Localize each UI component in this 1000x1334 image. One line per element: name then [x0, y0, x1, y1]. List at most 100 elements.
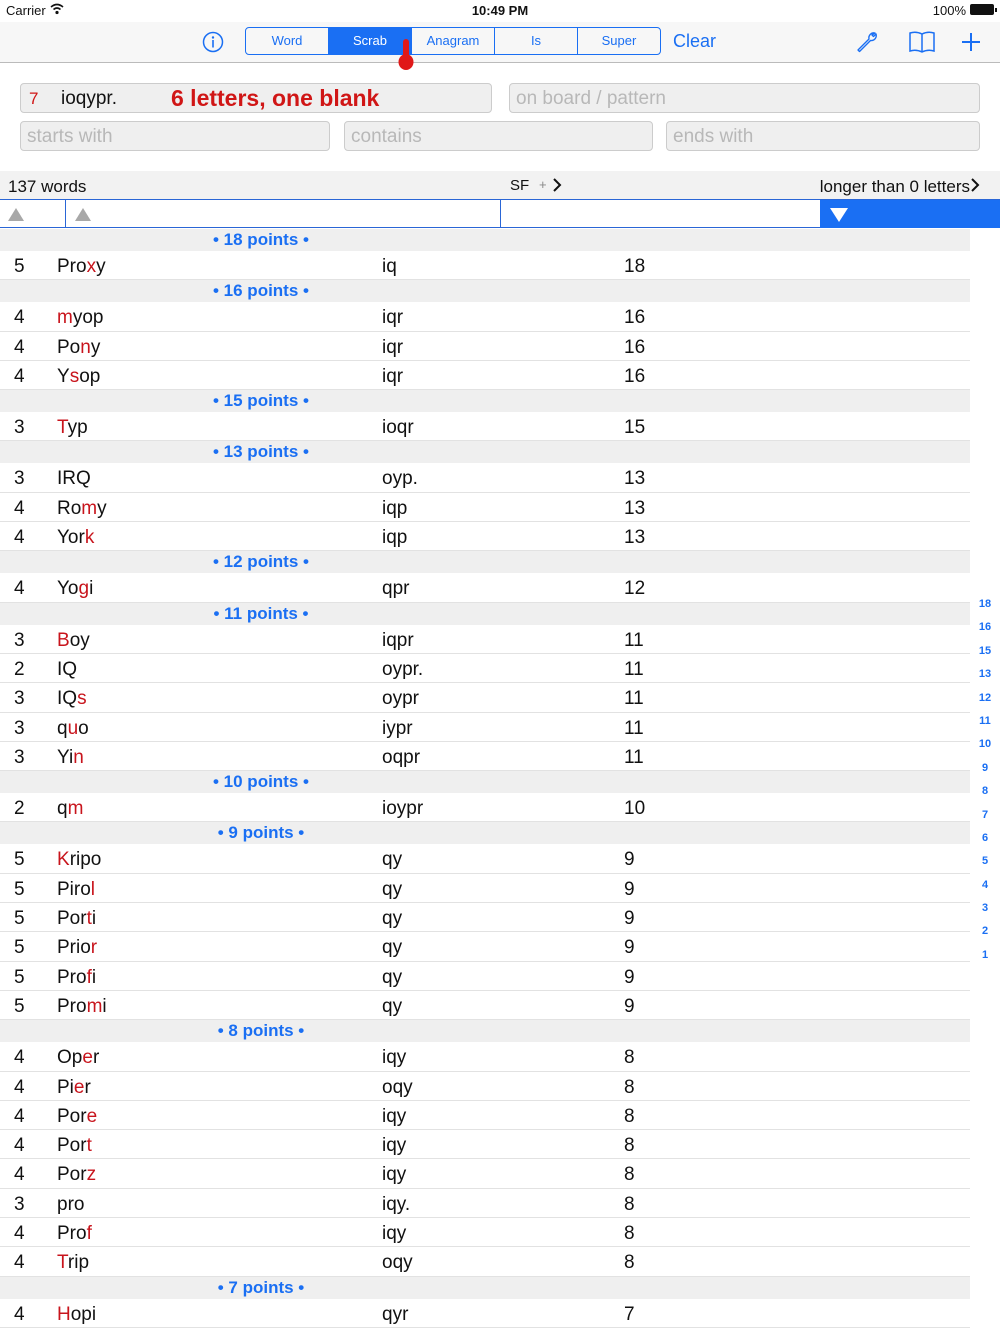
table-row[interactable]: 5 Pirol qy 9	[0, 874, 970, 904]
table-row[interactable]: 3 IRQ oyp. 13	[0, 463, 970, 493]
letters-field[interactable]: 7 ioqypr. 6 letters, one blank	[20, 83, 492, 113]
word-part: i	[91, 966, 97, 988]
blank-letter: t	[86, 1135, 92, 1157]
segment-word[interactable]: Word	[246, 28, 329, 54]
clear-button[interactable]: Clear	[673, 31, 716, 52]
chevron-right-icon[interactable]	[551, 177, 563, 193]
table-row[interactable]: 5 Promi qy 9	[0, 991, 970, 1021]
section-index-item[interactable]: 12	[975, 692, 995, 715]
table-row[interactable]: 2 qm ioypr 10	[0, 793, 970, 823]
table-row[interactable]: 2 IQ oypr. 11	[0, 654, 970, 684]
section-index-item[interactable]: 2	[975, 925, 995, 948]
remaining-letters: oqpr	[382, 746, 421, 768]
table-row[interactable]: 4 myop iqr 16	[0, 302, 970, 332]
table-row[interactable]: 4 Pore iqy 8	[0, 1101, 970, 1131]
section-index-item[interactable]: 1	[975, 949, 995, 972]
table-row[interactable]: 4 Pony iqr 16	[0, 332, 970, 361]
chevron-right-icon[interactable]	[970, 177, 980, 193]
section-index-item[interactable]: 13	[975, 668, 995, 691]
table-row[interactable]: 4 Romy iqp 13	[0, 493, 970, 523]
word-length: 4	[14, 1164, 25, 1186]
word-points: 16	[624, 336, 646, 358]
remaining-letters: qpr	[382, 578, 410, 600]
blank-letter: e	[73, 1076, 85, 1098]
section-index-item[interactable]: 15	[975, 645, 995, 668]
table-row[interactable]: 4 Port iqy 8	[0, 1130, 970, 1160]
table-row[interactable]: 3 Typ ioqr 15	[0, 412, 970, 442]
table-row[interactable]: 5 Prior qy 9	[0, 932, 970, 962]
word-part: yop	[72, 307, 104, 329]
section-index-item[interactable]: 16	[975, 621, 995, 644]
table-row[interactable]: 4 Pier oqy 8	[0, 1072, 970, 1101]
word-points: 8	[624, 1164, 635, 1186]
table-row[interactable]: 4 York iqp 13	[0, 522, 970, 552]
letters-input-value[interactable]: ioqypr.	[61, 88, 117, 110]
remaining-letters: iqy	[382, 1135, 407, 1157]
section-index-item[interactable]: 10	[975, 738, 995, 761]
word-points: 13	[624, 527, 646, 549]
table-row[interactable]: 4 Trip oqy 8	[0, 1247, 970, 1277]
points-group-header: • 11 points •	[0, 602, 970, 625]
sort-option-button[interactable]: SF	[510, 177, 529, 194]
segment-is[interactable]: Is	[495, 28, 578, 54]
word: Prof	[57, 1223, 92, 1245]
section-index-item[interactable]: 11	[975, 715, 995, 738]
starts-with-field[interactable]: starts with	[20, 121, 330, 151]
sort-length-ascending-icon[interactable]	[8, 208, 24, 221]
table-row[interactable]: 4 Porz iqy 8	[0, 1159, 970, 1189]
word-points: 13	[624, 468, 646, 490]
word-length: 4	[14, 1076, 25, 1098]
plus-icon[interactable]	[959, 30, 983, 54]
remaining-letters: iqy	[382, 1164, 407, 1186]
board-pattern-field[interactable]: on board / pattern	[509, 83, 980, 113]
section-index-item[interactable]: 6	[975, 832, 995, 855]
table-row[interactable]: 5 Porti qy 9	[0, 903, 970, 933]
blank-letter: u	[67, 717, 79, 739]
sort-points-descending-icon[interactable]	[830, 208, 848, 222]
length-filter-button[interactable]: longer than 0 letters	[820, 177, 970, 197]
word: Porz	[57, 1164, 96, 1186]
segment-anagram[interactable]: Anagram	[412, 28, 495, 54]
table-row[interactable]: 5 Kripo qy 9	[0, 844, 970, 874]
table-row[interactable]: 3 Yin oqpr 11	[0, 742, 970, 772]
ends-with-field[interactable]: ends with	[666, 121, 980, 151]
table-row[interactable]: 5 Proxy iq 18	[0, 251, 970, 281]
section-index-item[interactable]: 7	[975, 809, 995, 832]
sort-word-ascending-icon[interactable]	[75, 208, 91, 221]
table-row[interactable]: 4 Yogi qpr 12	[0, 573, 970, 603]
word-points: 9	[624, 966, 635, 988]
table-row[interactable]: 4 Prof iqy 8	[0, 1218, 970, 1248]
points-group-header: • 10 points •	[0, 771, 970, 794]
section-index-item[interactable]: 18	[975, 598, 995, 621]
wrench-icon[interactable]	[855, 30, 879, 54]
remaining-letters: iqpr	[382, 629, 414, 651]
table-row[interactable]: 3 quo iypr 11	[0, 713, 970, 742]
word-length: 5	[14, 849, 25, 871]
section-index-item[interactable]: 3	[975, 902, 995, 925]
table-row[interactable]: 3 pro iqy. 8	[0, 1189, 970, 1219]
book-icon[interactable]	[908, 30, 936, 54]
word-part: Por	[57, 908, 87, 930]
blank-letter: H	[57, 1303, 71, 1325]
word: Romy	[57, 498, 107, 520]
section-index-item[interactable]: 5	[975, 855, 995, 878]
table-row[interactable]: 3 IQs oypr 11	[0, 683, 970, 713]
table-row[interactable]: 4 Hopi qyr 7	[0, 1299, 970, 1328]
segment-super[interactable]: Super	[578, 28, 660, 54]
word-length: 3	[14, 417, 25, 439]
table-row[interactable]: 4 Oper iqy 8	[0, 1042, 970, 1072]
table-row[interactable]: 4 Ysop iqr 16	[0, 361, 970, 391]
contains-field[interactable]: contains	[344, 121, 653, 151]
word-part: o	[78, 717, 89, 739]
table-row[interactable]: 3 Boy iqpr 11	[0, 625, 970, 654]
word-points: 11	[624, 629, 644, 651]
word-part: Piro	[57, 878, 91, 900]
word-part: Yi	[57, 746, 74, 768]
table-row[interactable]: 5 Profi qy 9	[0, 962, 970, 991]
word-part: i	[89, 578, 94, 600]
section-index-item[interactable]: 9	[975, 762, 995, 785]
section-index-item[interactable]: 8	[975, 785, 995, 808]
section-index-item[interactable]: 4	[975, 879, 995, 902]
info-icon[interactable]	[202, 31, 224, 53]
word-part: Por	[57, 1135, 87, 1157]
